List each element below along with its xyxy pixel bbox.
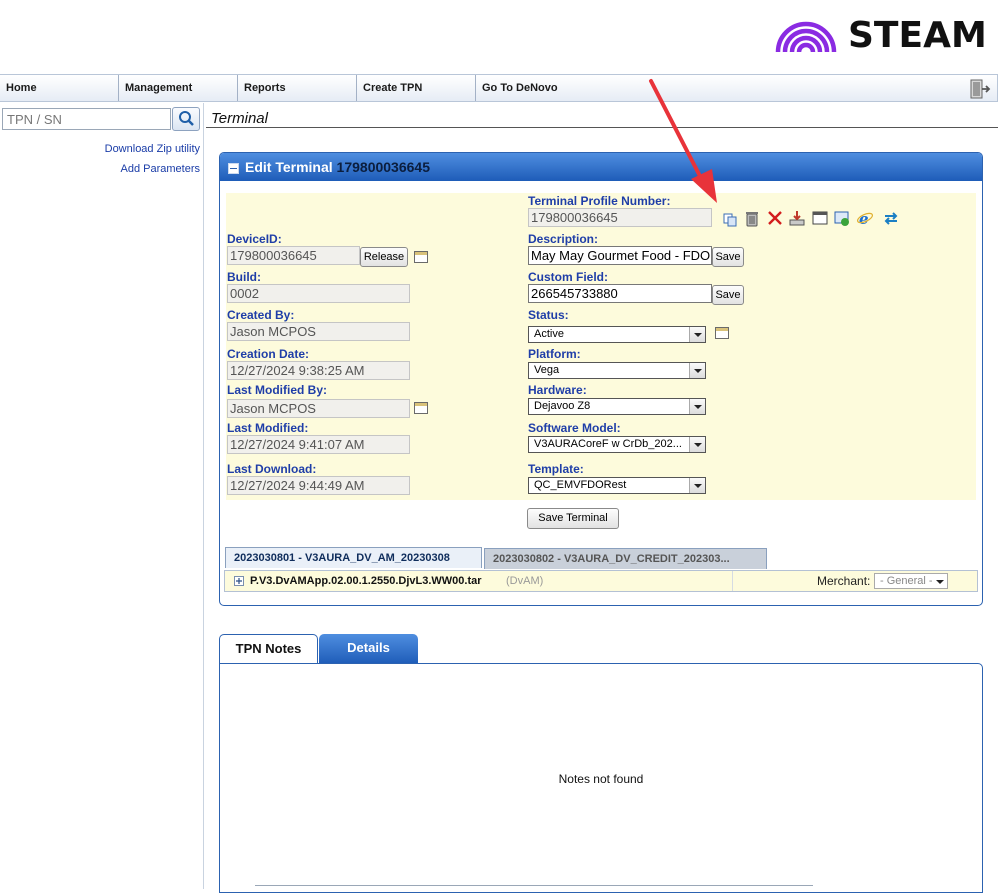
- svg-text:e: e: [859, 210, 869, 227]
- copy-icon[interactable]: [721, 209, 739, 227]
- last-modified-by-label: Last Modified By:: [227, 383, 328, 397]
- nav-reports[interactable]: Reports: [238, 75, 357, 101]
- release-button[interactable]: Release: [360, 247, 408, 267]
- last-modified-by-field: Jason MCPOS: [227, 399, 410, 418]
- template-label: Template:: [528, 462, 584, 476]
- notes-empty-text: Notes not found: [558, 772, 644, 786]
- package-file-name: P.V3.DvAMApp.02.00.1.2550.DjvL3.WW00.tar: [250, 575, 482, 587]
- package-file-row: P.V3.DvAMApp.02.00.1.2550.DjvL3.WW00.tar…: [224, 570, 978, 592]
- sync-icon[interactable]: [882, 209, 900, 227]
- template-value: QC_EMVFDORest: [534, 479, 627, 491]
- tab-package-am[interactable]: 2023030801 - V3AURA_DV_AM_20230308: [225, 547, 482, 568]
- template-select[interactable]: QC_EMVFDORest: [528, 477, 706, 494]
- custom-field-label: Custom Field:: [528, 270, 608, 284]
- device-id-field: 179800036645: [227, 246, 360, 265]
- chevron-down-icon: [689, 327, 705, 342]
- notes-divider: [255, 885, 813, 886]
- merchant-label: Merchant:: [817, 574, 871, 588]
- tab-details[interactable]: Details: [319, 634, 418, 664]
- description-input[interactable]: May May Gourmet Food - FDO: [528, 246, 712, 265]
- software-model-value: V3AURACoreF w CrDb_202...: [534, 438, 682, 450]
- annotation-arrow-icon: [649, 79, 717, 203]
- last-modified-label: Last Modified:: [227, 421, 309, 435]
- save-description-button[interactable]: Save: [712, 247, 744, 267]
- custom-field-input[interactable]: 266545733880: [528, 284, 712, 303]
- hardware-value: Dejavoo Z8: [534, 400, 591, 412]
- window-icon[interactable]: [811, 209, 829, 227]
- last-modified-field: 12/27/2024 9:41:07 AM: [227, 435, 410, 454]
- save-custom-field-button[interactable]: Save: [712, 285, 744, 305]
- title-divider: [206, 127, 998, 128]
- created-by-field: Jason MCPOS: [227, 322, 410, 341]
- calendar-icon[interactable]: [715, 327, 729, 339]
- page-title: Terminal: [211, 110, 268, 127]
- header: STEAM: [0, 0, 1000, 73]
- chevron-down-icon: [689, 399, 705, 414]
- hardware-label: Hardware:: [528, 383, 587, 397]
- search-icon: [179, 111, 194, 126]
- terminal-id: 179800036645: [336, 159, 430, 175]
- calendar-icon[interactable]: [414, 402, 428, 414]
- software-model-label: Software Model:: [528, 421, 621, 435]
- delete-x-icon[interactable]: [766, 209, 784, 227]
- expand-plus-icon[interactable]: [234, 576, 244, 586]
- status-select[interactable]: Active: [528, 326, 706, 343]
- search-button[interactable]: [172, 107, 200, 131]
- nav-create-tpn[interactable]: Create TPN: [357, 75, 476, 101]
- chevron-down-icon: [689, 478, 705, 493]
- build-label: Build:: [227, 270, 261, 284]
- left-sidebar: Download Zip utility Add Parameters: [0, 103, 204, 889]
- merchant-value: - General -: [880, 575, 933, 587]
- tab-package-credit[interactable]: 2023030802 - V3AURA_DV_CREDIT_202303...: [484, 548, 767, 569]
- chevron-down-icon: [689, 363, 705, 378]
- steam-logo-arc-icon: [775, 21, 837, 53]
- status-label: Status:: [528, 308, 569, 322]
- nav-go-to-denovo[interactable]: Go To DeNovo: [476, 75, 595, 101]
- creation-date-field: 12/27/2024 9:38:25 AM: [227, 361, 410, 380]
- ie-icon[interactable]: e: [856, 209, 874, 227]
- device-id-label: DeviceID:: [227, 232, 282, 246]
- description-label: Description:: [528, 232, 599, 246]
- column-divider: [732, 571, 733, 591]
- last-download-field: 12/27/2024 9:44:49 AM: [227, 476, 410, 495]
- platform-select[interactable]: Vega: [528, 362, 706, 379]
- status-value: Active: [534, 328, 564, 340]
- download-icon[interactable]: [788, 209, 806, 227]
- chevron-down-icon: [932, 574, 947, 588]
- main-nav: Home Management Reports Create TPN Go To…: [0, 74, 998, 102]
- save-terminal-button[interactable]: Save Terminal: [527, 508, 619, 529]
- merchant-select[interactable]: - General -: [874, 573, 948, 589]
- download-zip-utility-link[interactable]: Download Zip utility: [105, 143, 200, 155]
- platform-value: Vega: [534, 364, 560, 376]
- add-parameters-link[interactable]: Add Parameters: [121, 163, 200, 175]
- search-input[interactable]: [2, 108, 171, 130]
- nav-home[interactable]: Home: [0, 75, 119, 101]
- chevron-down-icon: [689, 437, 705, 452]
- platform-label: Platform:: [528, 347, 581, 361]
- edit-terminal-header: Edit Terminal 179800036645: [220, 153, 982, 181]
- last-download-label: Last Download:: [227, 462, 317, 476]
- software-model-select[interactable]: V3AURACoreF w CrDb_202...: [528, 436, 706, 453]
- notes-panel: Notes not found: [219, 663, 983, 893]
- tab-tpn-notes[interactable]: TPN Notes: [219, 634, 318, 665]
- brand-name: STEAM: [848, 15, 987, 56]
- trash-icon[interactable]: [743, 209, 761, 227]
- exit-icon[interactable]: [969, 79, 991, 99]
- edit-terminal-heading: Edit Terminal: [245, 159, 333, 175]
- hardware-select[interactable]: Dejavoo Z8: [528, 398, 706, 415]
- calendar-icon[interactable]: [414, 251, 428, 263]
- collapse-icon[interactable]: [228, 162, 239, 174]
- build-field: 0002: [227, 284, 410, 303]
- config-icon[interactable]: [833, 209, 851, 227]
- created-by-label: Created By:: [227, 308, 295, 322]
- creation-date-label: Creation Date:: [227, 347, 310, 361]
- tpn-field: 179800036645: [528, 208, 712, 227]
- package-tag: (DvAM): [506, 575, 544, 587]
- nav-management[interactable]: Management: [119, 75, 238, 101]
- steam-logo: STEAM: [774, 16, 987, 56]
